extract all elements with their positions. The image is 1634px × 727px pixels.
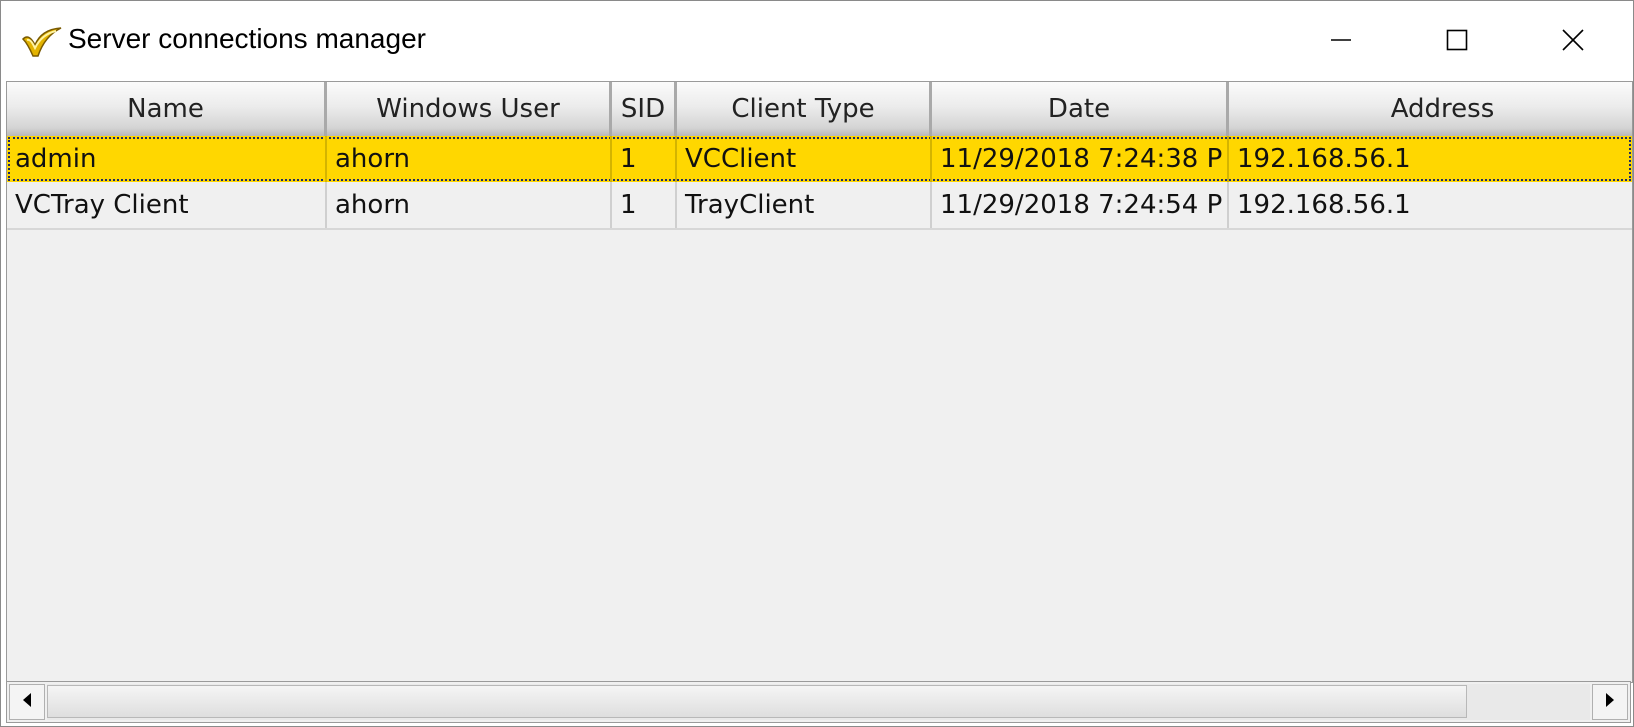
app-logo-icon	[21, 25, 63, 59]
column-header-address[interactable]: Address	[1229, 82, 1632, 136]
close-icon	[1561, 29, 1584, 51]
cell-windows-user: ahorn	[327, 136, 612, 182]
minimize-button[interactable]	[1283, 1, 1398, 79]
column-header-windows-user[interactable]: Windows User	[327, 82, 612, 136]
title-bar[interactable]: Server connections manager	[1, 1, 1633, 81]
cell-date: 11/29/2018 7:24:38 P	[932, 136, 1229, 182]
column-header-name[interactable]: Name	[7, 82, 327, 136]
cell-client-type: VCClient	[677, 136, 932, 182]
minimize-icon	[1330, 29, 1352, 51]
cell-name: admin	[7, 136, 327, 182]
scrollbar-thumb[interactable]	[47, 685, 1467, 718]
arrow-right-icon	[1603, 692, 1617, 712]
connections-grid[interactable]: Name Windows User SID Client Type Date A…	[6, 81, 1633, 683]
column-header-date[interactable]: Date	[932, 82, 1229, 136]
cell-address: 192.168.56.1	[1237, 144, 1411, 174]
horizontal-scrollbar[interactable]	[6, 681, 1631, 723]
cell-address: 192.168.56.1	[1237, 190, 1411, 220]
column-header-client-type[interactable]: Client Type	[677, 82, 932, 136]
grid-header: Name Windows User SID Client Type Date A…	[7, 82, 1632, 137]
table-row[interactable]: VCTray Client ahorn 1 TrayClient 11/29/2…	[7, 182, 1632, 230]
cell-sid: 1	[612, 182, 677, 228]
server-connections-window: Server connections manager Name Windows …	[0, 0, 1634, 727]
table-row-selected[interactable]: admin ahorn 1 VCClient 11/29/2018 7:24:3…	[7, 136, 1632, 182]
scroll-left-button[interactable]	[9, 684, 45, 720]
cell-date: 11/29/2018 7:24:54 P	[932, 182, 1229, 228]
scroll-right-button[interactable]	[1592, 684, 1628, 720]
cell-sid: 1	[612, 136, 677, 182]
cell-windows-user: ahorn	[327, 182, 612, 228]
maximize-button[interactable]	[1399, 1, 1514, 79]
cell-name: VCTray Client	[7, 182, 327, 228]
column-header-sid[interactable]: SID	[612, 82, 677, 136]
window-title: Server connections manager	[68, 23, 426, 54]
maximize-icon	[1446, 29, 1468, 51]
close-button[interactable]	[1515, 1, 1630, 79]
cell-client-type: TrayClient	[677, 182, 932, 228]
arrow-left-icon	[20, 692, 34, 712]
